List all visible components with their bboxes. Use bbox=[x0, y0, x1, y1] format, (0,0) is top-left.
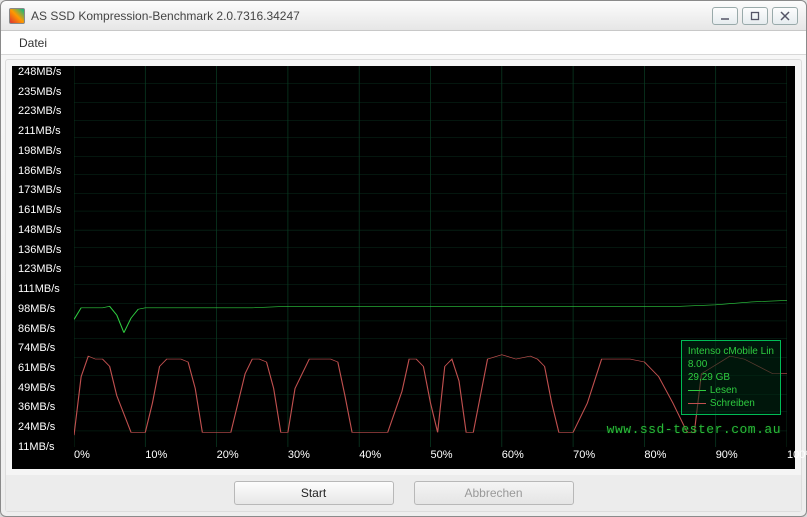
legend-write-swatch bbox=[688, 403, 706, 404]
watermark: www.ssd-tester.com.au bbox=[607, 422, 781, 437]
start-button[interactable]: Start bbox=[234, 481, 394, 505]
button-row: Start Abbrechen bbox=[6, 475, 801, 511]
maximize-button[interactable] bbox=[742, 7, 768, 25]
x-axis: 0%10%20%30%40%50%60%70%80%90%100% bbox=[74, 449, 787, 467]
plot-area: 0%10%20%30%40%50%60%70%80%90%100% Intens… bbox=[74, 66, 795, 469]
menubar: Datei bbox=[1, 31, 806, 55]
app-icon bbox=[9, 8, 25, 24]
window-title: AS SSD Kompression-Benchmark 2.0.7316.34… bbox=[31, 9, 712, 23]
legend-read-row: Lesen bbox=[688, 384, 774, 397]
abort-button[interactable]: Abbrechen bbox=[414, 481, 574, 505]
chart: 248MB/s235MB/s223MB/s211MB/s198MB/s186MB… bbox=[12, 66, 795, 469]
close-button[interactable] bbox=[772, 7, 798, 25]
app-window: AS SSD Kompression-Benchmark 2.0.7316.34… bbox=[0, 0, 807, 517]
legend-read-label: Lesen bbox=[710, 384, 737, 397]
minimize-button[interactable] bbox=[712, 7, 738, 25]
legend-read-swatch bbox=[688, 390, 706, 391]
menu-file[interactable]: Datei bbox=[11, 34, 55, 52]
legend: Intenso cMobile Lin 8.00 29,29 GB Lesen … bbox=[681, 340, 781, 415]
window-controls bbox=[712, 7, 798, 25]
legend-device: Intenso cMobile Lin bbox=[688, 345, 774, 358]
legend-capacity: 29,29 GB bbox=[688, 371, 774, 384]
y-axis: 248MB/s235MB/s223MB/s211MB/s198MB/s186MB… bbox=[12, 66, 74, 469]
main-panel: 248MB/s235MB/s223MB/s211MB/s198MB/s186MB… bbox=[5, 59, 802, 512]
legend-version: 8.00 bbox=[688, 358, 774, 371]
legend-write-row: Schreiben bbox=[688, 397, 774, 410]
legend-write-label: Schreiben bbox=[710, 397, 755, 410]
titlebar[interactable]: AS SSD Kompression-Benchmark 2.0.7316.34… bbox=[1, 1, 806, 31]
